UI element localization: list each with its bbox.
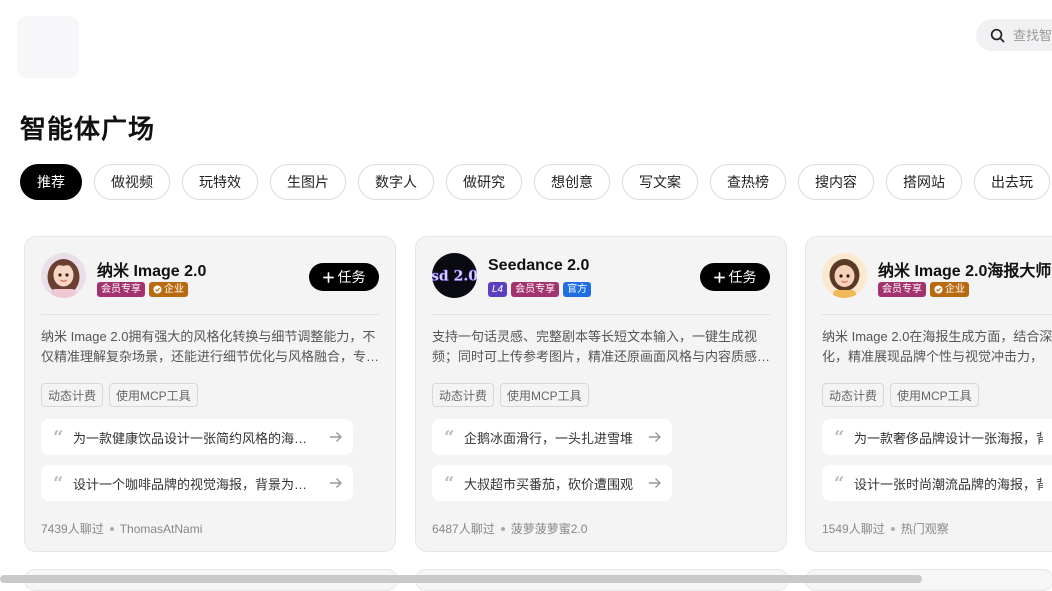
arrow-right-icon bbox=[649, 478, 661, 488]
badge-row: 会员专享 企业 bbox=[878, 282, 969, 297]
page-title: 智能体广场 bbox=[20, 114, 156, 144]
tag-row: 动态计费 使用MCP工具 bbox=[41, 383, 198, 407]
tag-mcp-tools: 使用MCP工具 bbox=[109, 383, 198, 407]
prompt-text: 设计一张时尚潮流品牌的海报，背景 bbox=[854, 476, 1043, 492]
author-name[interactable]: ThomasAtNami bbox=[120, 522, 203, 536]
agent-name: 纳米 Image 2.0 bbox=[97, 263, 207, 280]
agent-description: 纳米 Image 2.0拥有强大的风格化转换与细节调整能力，不仅精准理解复杂场景… bbox=[41, 329, 379, 364]
enterprise-badge: 企业 bbox=[930, 282, 969, 297]
add-task-button[interactable]: 任务 bbox=[309, 263, 379, 291]
tag-row: 动态计费 使用MCP工具 bbox=[432, 383, 589, 407]
example-prompt[interactable]: “ 大叔超市买番茄，砍价遭围观 bbox=[432, 465, 672, 501]
tab-digital-human[interactable]: 数字人 bbox=[358, 164, 434, 200]
card-footer: 1549人聊过 热门观察 bbox=[822, 520, 949, 537]
plus-icon bbox=[713, 271, 725, 283]
author-name[interactable]: 菠萝菠萝蜜2.0 bbox=[511, 520, 588, 537]
tag-dynamic-billing: 动态计费 bbox=[432, 383, 495, 407]
avatar-text: sd 2.0 bbox=[432, 269, 477, 285]
tag-row: 动态计费 使用MCP工具 bbox=[822, 383, 979, 407]
quote-icon: “ bbox=[834, 426, 845, 448]
agent-card[interactable]: sd 2.0 Seedance 2.0 L4 会员专享 官方 任务 支持一句话灵… bbox=[415, 236, 787, 552]
agent-name: Seedance 2.0 bbox=[488, 257, 590, 274]
agent-name: 纳米 Image 2.0海报大师 bbox=[878, 263, 1052, 280]
divider bbox=[41, 314, 379, 315]
prompt-text: 大叔超市买番茄，砍价遭围观 bbox=[464, 476, 634, 492]
chat-count: 7439人聊过 bbox=[41, 522, 104, 536]
quote-icon: “ bbox=[53, 472, 64, 494]
logo[interactable] bbox=[17, 16, 79, 78]
tab-copywriting[interactable]: 写文案 bbox=[622, 164, 698, 200]
quote-icon: “ bbox=[53, 426, 64, 448]
avatar bbox=[822, 253, 867, 298]
chat-count: 6487人聊过 bbox=[432, 522, 495, 536]
tab-trending[interactable]: 查热榜 bbox=[710, 164, 786, 200]
arrow-right-icon bbox=[330, 478, 342, 488]
tab-research[interactable]: 做研究 bbox=[446, 164, 522, 200]
member-badge: 会员专享 bbox=[511, 282, 560, 297]
tag-mcp-tools: 使用MCP工具 bbox=[890, 383, 979, 407]
agent-card[interactable]: 纳米 Image 2.0海报大师 会员专享 企业 纳米 Image 2.0在海报… bbox=[805, 236, 1052, 552]
tab-effects[interactable]: 玩特效 bbox=[182, 164, 258, 200]
quote-icon: “ bbox=[444, 426, 455, 448]
separator-dot bbox=[500, 526, 505, 531]
plus-icon bbox=[322, 271, 334, 283]
card-footer: 7439人聊过 ThomasAtNami bbox=[41, 520, 202, 537]
tab-travel[interactable]: 出去玩 bbox=[974, 164, 1050, 200]
member-badge: 会员专享 bbox=[97, 282, 145, 297]
tag-mcp-tools: 使用MCP工具 bbox=[500, 383, 589, 407]
task-button-label: 任务 bbox=[728, 269, 757, 285]
avatar: sd 2.0 bbox=[432, 253, 477, 298]
card-footer: 6487人聊过 菠萝菠萝蜜2.0 bbox=[432, 520, 587, 537]
quote-icon: “ bbox=[834, 472, 845, 494]
tab-build-site[interactable]: 搭网站 bbox=[886, 164, 962, 200]
enterprise-badge: 企业 bbox=[149, 282, 188, 297]
author-name[interactable]: 热门观察 bbox=[901, 520, 949, 537]
tab-image[interactable]: 生图片 bbox=[270, 164, 346, 200]
example-prompt[interactable]: “ 设计一张时尚潮流品牌的海报，背景 bbox=[822, 465, 1052, 501]
tag-dynamic-billing: 动态计费 bbox=[41, 383, 104, 407]
task-button-label: 任务 bbox=[337, 269, 366, 285]
separator-dot bbox=[890, 526, 895, 531]
agent-description: 纳米 Image 2.0在海报生成方面，结合深化，精准展现品牌个性与视觉冲击力，… bbox=[822, 329, 1052, 364]
enterprise-badge-label: 企业 bbox=[164, 283, 184, 295]
search-input[interactable] bbox=[1013, 27, 1052, 43]
agent-card[interactable]: 纳米 Image 2.0 会员专享 企业 任务 纳米 Image 2.0拥有强大… bbox=[24, 236, 396, 552]
example-prompt[interactable]: “ 企鹅冰面滑行，一头扎进雪堆 bbox=[432, 419, 672, 455]
prompt-text: 设计一个咖啡品牌的视觉海报，背景为… bbox=[73, 476, 308, 492]
example-prompt[interactable]: “ 设计一个咖啡品牌的视觉海报，背景为… bbox=[41, 465, 353, 501]
agent-description: 支持一句话灵感、完整剧本等长短文本输入，一键生成视频；同时可上传参考图片，精准还… bbox=[432, 329, 770, 364]
prompt-text: 企鹅冰面滑行，一头扎进雪堆 bbox=[464, 430, 634, 446]
prompt-text: 为一款奢侈品牌设计一张海报，背景 bbox=[854, 430, 1043, 446]
badge-row: 会员专享 企业 bbox=[97, 282, 188, 297]
quote-icon: “ bbox=[444, 472, 455, 494]
official-badge: 官方 bbox=[563, 282, 592, 297]
arrow-right-icon bbox=[330, 432, 342, 442]
arrow-right-icon bbox=[649, 432, 661, 442]
search-icon bbox=[990, 28, 1005, 42]
enterprise-badge-label: 企业 bbox=[945, 283, 965, 295]
member-badge: 会员专享 bbox=[878, 282, 926, 297]
verified-icon bbox=[153, 285, 162, 294]
tab-recommend[interactable]: 推荐 bbox=[20, 164, 82, 200]
badge-row: L4 会员专享 官方 bbox=[488, 282, 592, 297]
avatar bbox=[41, 253, 86, 298]
level-badge: L4 bbox=[488, 282, 508, 297]
verified-icon bbox=[934, 285, 943, 294]
chat-count: 1549人聊过 bbox=[822, 522, 885, 536]
tab-ideas[interactable]: 想创意 bbox=[534, 164, 610, 200]
category-tabs: 推荐 做视频 玩特效 生图片 数字人 做研究 想创意 写文案 查热榜 搜内容 搭… bbox=[20, 164, 1050, 200]
tab-video[interactable]: 做视频 bbox=[94, 164, 170, 200]
add-task-button[interactable]: 任务 bbox=[700, 263, 770, 291]
tag-dynamic-billing: 动态计费 bbox=[822, 383, 885, 407]
example-prompt[interactable]: “ 为一款健康饮品设计一张简约风格的海… bbox=[41, 419, 353, 455]
divider bbox=[822, 314, 1052, 315]
horizontal-scrollbar[interactable] bbox=[0, 575, 922, 583]
divider bbox=[432, 314, 770, 315]
prompt-text: 为一款健康饮品设计一张简约风格的海… bbox=[73, 430, 308, 446]
tab-search-content[interactable]: 搜内容 bbox=[798, 164, 874, 200]
search-box[interactable] bbox=[976, 19, 1052, 51]
example-prompt[interactable]: “ 为一款奢侈品牌设计一张海报，背景 bbox=[822, 419, 1052, 455]
separator-dot bbox=[109, 526, 114, 531]
